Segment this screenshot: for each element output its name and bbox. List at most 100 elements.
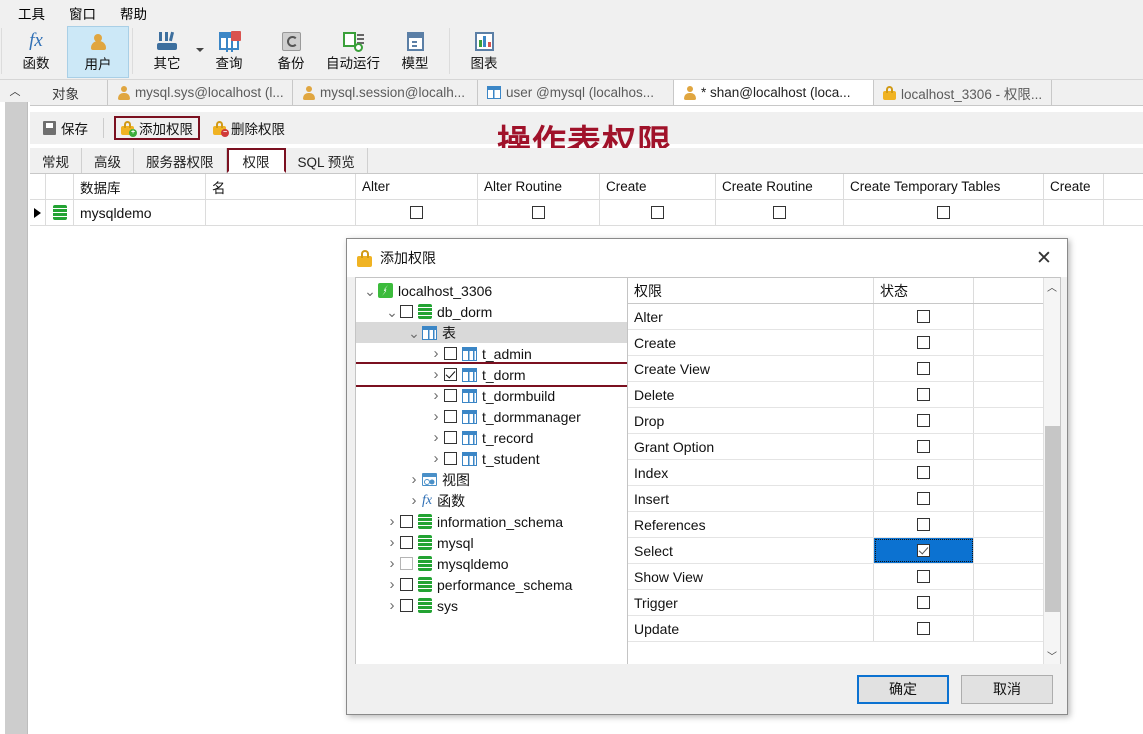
- row-checkbox-create_temporary_tables[interactable]: [844, 200, 1044, 225]
- privilege-row[interactable]: Drop: [628, 408, 1043, 434]
- privilege-status-cell[interactable]: [874, 356, 974, 381]
- document-tab-5[interactable]: localhost_3306 - 权限...: [874, 80, 1052, 105]
- tree-node-t_dormmanager[interactable]: › t_dormmanager: [356, 406, 627, 427]
- save-button[interactable]: 保存: [36, 116, 95, 140]
- checkbox-create_temporary_tables[interactable]: [937, 206, 950, 219]
- document-tab-2[interactable]: mysql.session@localh...: [293, 80, 478, 105]
- document-tab-4[interactable]: * shan@localhost (loca...: [674, 80, 874, 105]
- chevron-right-icon[interactable]: ›: [384, 576, 400, 593]
- grid-header-cell-1[interactable]: [46, 174, 74, 199]
- tree-node-checkbox[interactable]: [444, 452, 457, 465]
- privilege-row[interactable]: Trigger: [628, 590, 1043, 616]
- row-checkbox-alter_routine[interactable]: [478, 200, 600, 225]
- property-tab-高级[interactable]: 高级: [82, 148, 134, 173]
- privilege-row[interactable]: Create View: [628, 356, 1043, 382]
- privilege-row[interactable]: Create: [628, 330, 1043, 356]
- privilege-status-cell[interactable]: [874, 564, 974, 589]
- privilege-checkbox[interactable]: [917, 596, 930, 609]
- tree-node-checkbox[interactable]: [400, 578, 413, 591]
- grid-header-cell-8[interactable]: Create Temporary Tables: [844, 174, 1044, 199]
- row-checkbox-alter[interactable]: [356, 200, 478, 225]
- chevron-right-icon[interactable]: ›: [428, 387, 444, 404]
- privilege-row[interactable]: Delete: [628, 382, 1043, 408]
- tree-node-t_record[interactable]: › t_record: [356, 427, 627, 448]
- privilege-checkbox[interactable]: [917, 310, 930, 323]
- privilege-checkbox[interactable]: [917, 518, 930, 531]
- ribbon-button-查询[interactable]: 查询: [198, 26, 260, 78]
- privilege-status-cell[interactable]: [874, 460, 974, 485]
- privilege-status-cell[interactable]: [874, 590, 974, 615]
- privilege-row[interactable]: Grant Option: [628, 434, 1043, 460]
- tree-node-checkbox[interactable]: [400, 557, 413, 570]
- tree-node-mysqldemo[interactable]: › mysqldemo: [356, 553, 627, 574]
- privilege-status-cell[interactable]: [874, 486, 974, 511]
- row-database-name[interactable]: mysqldemo: [74, 200, 206, 225]
- scroll-up-icon[interactable]: ︿: [1044, 278, 1060, 295]
- document-tab-3[interactable]: user @mysql (localhos...: [478, 80, 674, 105]
- tree-node-information_schema[interactable]: › information_schema: [356, 511, 627, 532]
- grid-header-cell-4[interactable]: Alter: [356, 174, 478, 199]
- ribbon-button-图表[interactable]: 图表: [453, 26, 515, 78]
- tree-node-performance_schema[interactable]: › performance_schema: [356, 574, 627, 595]
- privilege-status-cell[interactable]: [874, 408, 974, 433]
- property-tab-服务器权限[interactable]: 服务器权限: [134, 148, 227, 173]
- tree-node-函数[interactable]: › fx 函数: [356, 490, 627, 511]
- tree-node-t_dorm[interactable]: › t_dorm: [356, 362, 627, 387]
- menu-item-1[interactable]: 窗口: [57, 1, 108, 25]
- chevron-down-icon[interactable]: ⌄: [362, 284, 378, 298]
- chevron-right-icon[interactable]: ›: [406, 471, 422, 488]
- privilege-row[interactable]: Update: [628, 616, 1043, 642]
- table-row[interactable]: mysqldemo: [30, 200, 1143, 226]
- tree-node-mysql[interactable]: › mysql: [356, 532, 627, 553]
- chevron-right-icon[interactable]: ›: [384, 534, 400, 551]
- checkbox-create_routine[interactable]: [773, 206, 786, 219]
- tree-node-checkbox[interactable]: [400, 536, 413, 549]
- privilege-row[interactable]: Alter: [628, 304, 1043, 330]
- privilege-status-cell[interactable]: [874, 538, 974, 563]
- ribbon-button-备份[interactable]: 备份: [260, 26, 322, 78]
- privileges-header-status[interactable]: 状态: [874, 278, 974, 303]
- ok-button[interactable]: 确定: [857, 674, 949, 704]
- tree-node-db_dorm[interactable]: ⌄ db_dorm: [356, 301, 627, 322]
- grid-header-cell-9[interactable]: Create: [1044, 174, 1104, 199]
- grid-header-cell-6[interactable]: Create: [600, 174, 716, 199]
- menu-item-2[interactable]: 帮助: [108, 1, 159, 25]
- privilege-checkbox[interactable]: [917, 492, 930, 505]
- chevron-right-icon[interactable]: ›: [384, 513, 400, 530]
- tree-node-checkbox[interactable]: [400, 599, 413, 612]
- left-rail-strip[interactable]: [5, 102, 28, 734]
- tree-node-sys[interactable]: › sys: [356, 595, 627, 616]
- tree-node-t_admin[interactable]: › t_admin: [356, 343, 627, 364]
- privilege-checkbox[interactable]: [917, 622, 930, 635]
- menu-item-0[interactable]: 工具: [6, 1, 57, 25]
- privilege-row[interactable]: Show View: [628, 564, 1043, 590]
- property-tab-SQL 预览[interactable]: SQL 预览: [285, 148, 368, 173]
- ribbon-button-模型[interactable]: 模型: [384, 26, 446, 78]
- privilege-row[interactable]: Select: [628, 538, 1043, 564]
- tree-node-t_dormbuild[interactable]: › t_dormbuild: [356, 385, 627, 406]
- tree-node-checkbox[interactable]: [444, 431, 457, 444]
- privilege-checkbox[interactable]: [917, 362, 930, 375]
- add-privilege-button[interactable]: + 添加权限: [114, 116, 200, 140]
- tree-node-checkbox[interactable]: [444, 347, 457, 360]
- chevron-right-icon[interactable]: ›: [428, 429, 444, 446]
- privileges-scrollbar[interactable]: ︿ ﹀: [1043, 278, 1060, 664]
- close-icon[interactable]: ✕: [1029, 244, 1059, 272]
- tree-node-视图[interactable]: › 视图: [356, 469, 627, 490]
- delete-privilege-button[interactable]: − 删除权限: [206, 116, 292, 140]
- chevron-right-icon[interactable]: ›: [428, 366, 444, 383]
- chevron-right-icon[interactable]: ›: [384, 555, 400, 572]
- tree-node-checkbox[interactable]: [444, 410, 457, 423]
- privilege-row[interactable]: Insert: [628, 486, 1043, 512]
- property-tab-权限[interactable]: 权限: [226, 148, 286, 173]
- privilege-status-cell[interactable]: [874, 616, 974, 641]
- privilege-status-cell[interactable]: [874, 512, 974, 537]
- checkbox-alter[interactable]: [410, 206, 423, 219]
- privilege-status-cell[interactable]: [874, 382, 974, 407]
- privilege-status-cell[interactable]: [874, 304, 974, 329]
- privilege-checkbox[interactable]: [917, 440, 930, 453]
- cancel-button[interactable]: 取消: [961, 674, 1053, 704]
- grid-header-cell-7[interactable]: Create Routine: [716, 174, 844, 199]
- grid-header-cell-5[interactable]: Alter Routine: [478, 174, 600, 199]
- ribbon-button-其它[interactable]: 其它: [136, 26, 204, 78]
